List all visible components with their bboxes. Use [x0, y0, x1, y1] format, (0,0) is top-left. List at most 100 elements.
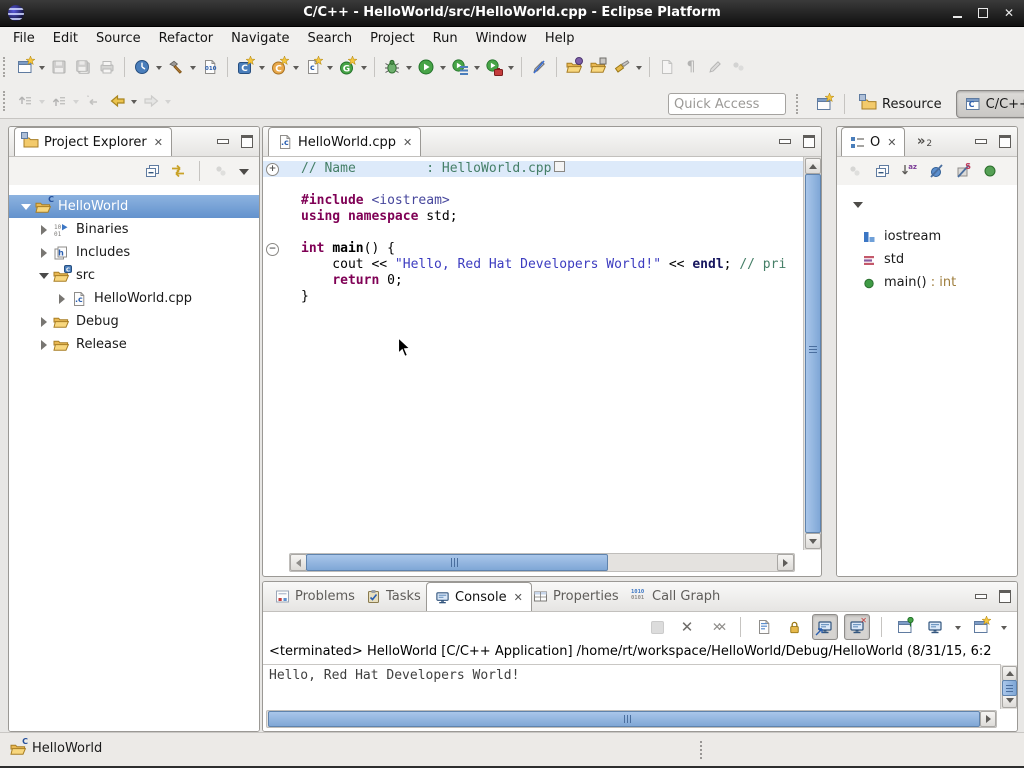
previous-annotation-dropdown[interactable] [71, 89, 81, 113]
open-console-button[interactable] [969, 615, 993, 639]
console-output[interactable]: Hello, Red Hat Developers World! [269, 668, 519, 683]
maximize-window-icon[interactable] [978, 8, 988, 18]
word-wrap-button[interactable] [727, 55, 751, 79]
debug-dropdown[interactable] [404, 55, 414, 79]
scroll-right-button[interactable] [980, 711, 996, 727]
hide-non-public-members-button[interactable] [980, 161, 1000, 181]
open-resource-button[interactable] [586, 55, 610, 79]
hide-static-members-button[interactable]: S [953, 161, 973, 181]
scroll-lock-button[interactable] [782, 615, 806, 639]
close-view-icon[interactable]: ✕ [514, 591, 523, 604]
collapse-arrow-icon[interactable] [39, 317, 49, 327]
collapse-arrow-icon[interactable] [39, 248, 49, 258]
profiling-tools-dropdown[interactable] [154, 55, 164, 79]
next-annotation-dropdown[interactable] [37, 89, 47, 113]
menu-edit[interactable]: Edit [44, 29, 87, 48]
open-perspective-button[interactable] [812, 92, 836, 116]
menu-window[interactable]: Window [467, 29, 536, 48]
outline-item-iostream[interactable]: iostream [837, 225, 1017, 248]
expand-arrow-icon[interactable] [39, 271, 49, 281]
sort-button[interactable]: az [899, 161, 919, 181]
build-button[interactable] [164, 55, 188, 79]
block-selection-button[interactable] [655, 55, 679, 79]
new-source-file-dropdown[interactable] [325, 55, 335, 79]
tasks-tab[interactable]: Tasks [358, 582, 429, 610]
scrollbar-thumb[interactable] [1002, 680, 1017, 696]
profiling-tools-button[interactable] [130, 55, 154, 79]
maximize-editor-icon[interactable] [803, 135, 815, 148]
tree-item-helloworld-cpp[interactable]: .c HelloWorld.cpp [9, 287, 259, 310]
menu-refactor[interactable]: Refactor [150, 29, 223, 48]
scroll-right-button[interactable] [777, 554, 794, 571]
close-editor-icon[interactable]: ✕ [403, 136, 412, 149]
resource-perspective-button[interactable]: Resource [853, 91, 950, 117]
search-button[interactable] [610, 55, 634, 79]
expand-arrow-icon[interactable] [21, 202, 31, 212]
project-explorer-tree[interactable]: C HelloWorld 1001 Binaries h Includes [9, 185, 259, 731]
run-history-button[interactable] [448, 55, 472, 79]
problems-tab[interactable]: Problems [267, 582, 363, 610]
save-all-button[interactable] [71, 55, 95, 79]
new-global-dropdown[interactable] [359, 55, 369, 79]
collapse-arrow-icon[interactable] [39, 225, 49, 235]
console-vertical-scrollbar[interactable] [1000, 665, 1017, 709]
profile-button[interactable] [482, 55, 506, 79]
binary-console-button[interactable]: 010 [198, 55, 222, 79]
properties-tab[interactable]: Properties [525, 582, 627, 610]
print-button[interactable] [95, 55, 119, 79]
new-wizard-dropdown[interactable] [37, 55, 47, 79]
new-c-project-button[interactable]: C [233, 55, 257, 79]
call-graph-tab[interactable]: 1010 0101 Call Graph [623, 582, 728, 610]
pin-console-button[interactable] [893, 615, 917, 639]
view-menu-chevron[interactable] [237, 164, 251, 178]
terminate-button[interactable] [645, 615, 669, 639]
focus-task-button[interactable] [845, 161, 865, 181]
previous-annotation-button[interactable] [47, 89, 71, 113]
build-dropdown[interactable] [188, 55, 198, 79]
scroll-up-button[interactable] [805, 158, 821, 174]
debug-button[interactable] [380, 55, 404, 79]
run-button[interactable] [414, 55, 438, 79]
menu-project[interactable]: Project [361, 29, 423, 48]
code-editor[interactable]: + − // Name : HelloWorld.cpp #include <i… [263, 157, 821, 550]
menu-file[interactable]: File [4, 29, 44, 48]
close-view-icon[interactable]: ✕ [887, 136, 896, 149]
show-on-stderr-toggle[interactable]: ✕ [844, 614, 870, 640]
outline-item-main[interactable]: main() : int [837, 271, 1017, 294]
last-edit-location-button[interactable] [81, 89, 105, 113]
menu-help[interactable]: Help [536, 29, 584, 48]
tree-item-release[interactable]: Release [9, 333, 259, 356]
outline-tab[interactable]: O ✕ [841, 127, 905, 156]
collapse-arrow-icon[interactable] [57, 294, 67, 304]
back-dropdown[interactable] [129, 89, 139, 113]
hide-fields-button[interactable] [926, 161, 946, 181]
minimize-view-icon[interactable] [975, 594, 987, 599]
more-views-indicator[interactable]: » 2 [909, 127, 940, 155]
scrollbar-thumb[interactable] [805, 174, 821, 533]
mark-occurrences-toggle[interactable] [527, 55, 551, 79]
open-console-dropdown[interactable] [999, 615, 1009, 639]
tree-item-helloworld[interactable]: C HelloWorld [9, 195, 259, 218]
collapse-all-button[interactable] [142, 161, 162, 181]
display-console-dropdown[interactable] [953, 615, 963, 639]
new-class-dropdown[interactable] [291, 55, 301, 79]
tree-item-binaries[interactable]: 1001 Binaries [9, 218, 259, 241]
fold-collapse-icon[interactable]: − [266, 243, 279, 256]
minimize-window-icon[interactable] [953, 16, 962, 18]
view-menu-chevron[interactable] [851, 197, 865, 211]
scrollbar-thumb[interactable] [268, 711, 980, 727]
next-annotation-button[interactable] [13, 89, 37, 113]
scroll-up-button[interactable] [1002, 666, 1017, 681]
display-selected-console-button[interactable] [923, 615, 947, 639]
minimize-view-icon[interactable] [217, 139, 229, 144]
menu-search[interactable]: Search [298, 29, 361, 48]
new-source-file-button[interactable]: c [301, 55, 325, 79]
fold-expand-icon[interactable]: + [266, 163, 279, 176]
outline-tree[interactable]: iostream std main() : int [837, 185, 1017, 576]
profile-dropdown[interactable] [506, 55, 516, 79]
tree-item-debug[interactable]: Debug [9, 310, 259, 333]
insert-mode-button[interactable] [703, 55, 727, 79]
quick-access-input[interactable] [668, 93, 786, 115]
link-with-editor-button[interactable] [168, 161, 188, 181]
editor-horizontal-scrollbar[interactable] [289, 553, 795, 572]
